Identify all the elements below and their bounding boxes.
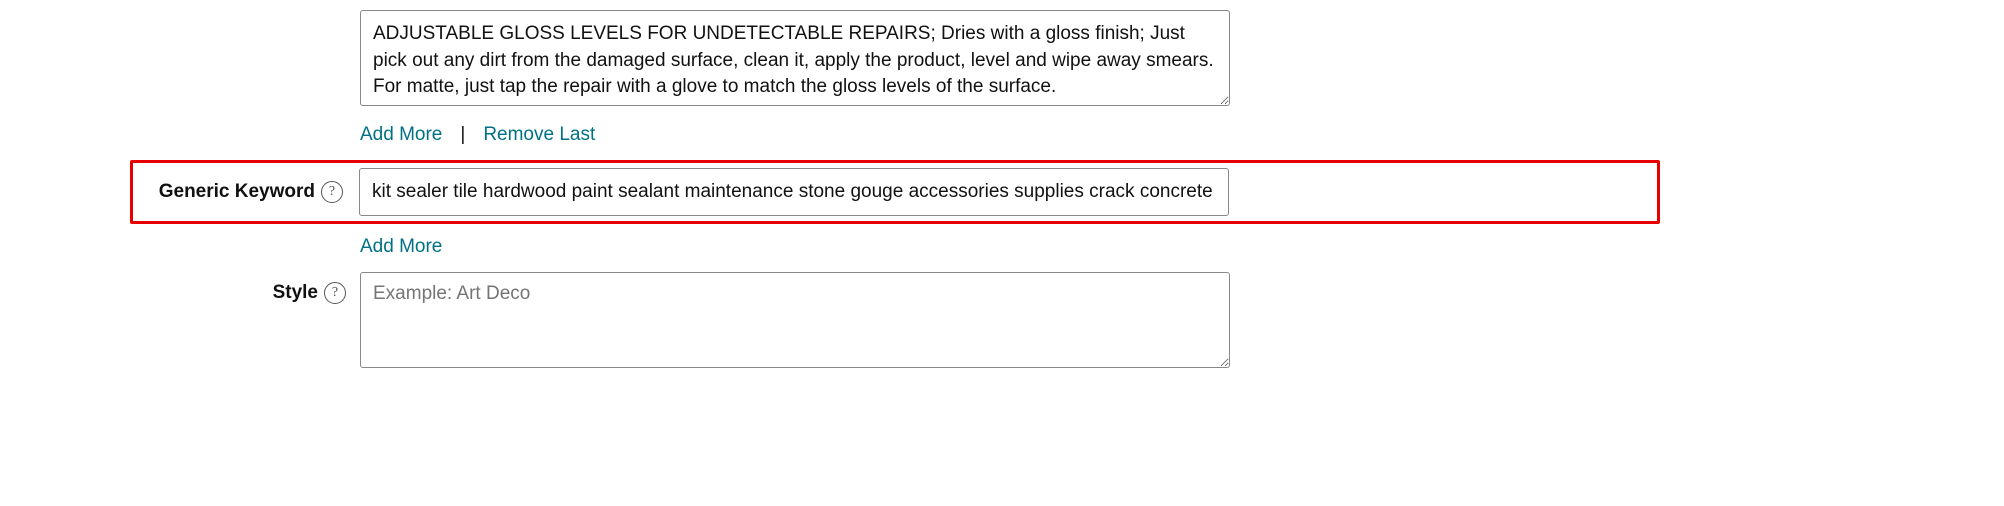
style-textarea[interactable]	[360, 272, 1230, 368]
style-field-col	[360, 272, 1230, 374]
remove-last-link[interactable]: Remove Last	[483, 124, 595, 146]
help-icon[interactable]: ?	[324, 282, 346, 304]
style-label: Style	[273, 282, 318, 304]
description-actions: Add More | Remove Last	[360, 112, 1230, 160]
generic-keyword-actions-row: Add More	[20, 224, 1984, 272]
generic-keyword-input[interactable]	[359, 168, 1229, 216]
style-row: Style ?	[20, 272, 1984, 374]
description-label-col	[20, 10, 360, 20]
generic-keyword-actions: Add More	[360, 224, 1230, 272]
style-label-col: Style ?	[20, 272, 360, 304]
description-field-col: Add More | Remove Last	[360, 10, 1230, 160]
generic-keyword-row: Generic Keyword ?	[20, 160, 1984, 224]
add-more-link[interactable]: Add More	[360, 124, 442, 146]
help-icon[interactable]: ?	[321, 181, 343, 203]
generic-keyword-label: Generic Keyword	[159, 181, 315, 203]
actions-separator: |	[460, 124, 465, 146]
add-more-link-2[interactable]: Add More	[360, 236, 442, 258]
description-textarea[interactable]	[360, 10, 1230, 106]
generic-keyword-highlight: Generic Keyword ?	[130, 160, 1660, 224]
generic-keyword-label-col: Generic Keyword ?	[133, 181, 357, 203]
description-row: Add More | Remove Last	[20, 10, 1984, 160]
